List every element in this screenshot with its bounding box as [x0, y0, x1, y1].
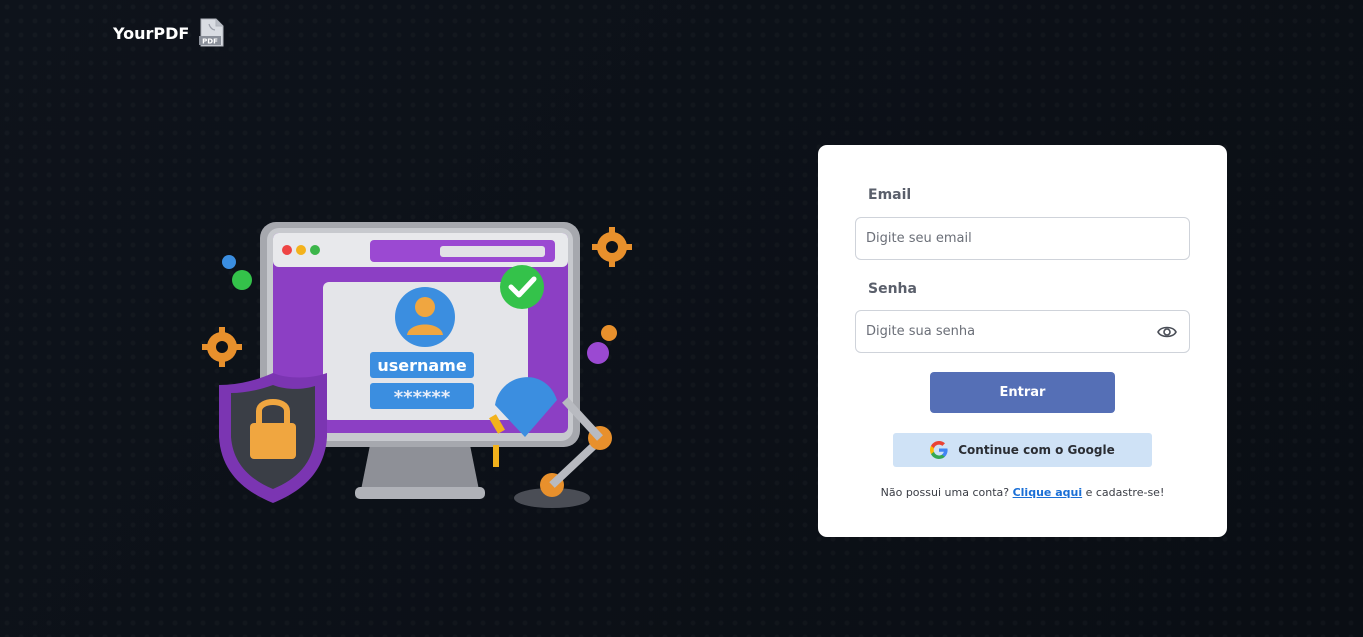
illustration-username-text: username [377, 356, 467, 375]
google-icon [930, 441, 948, 459]
eye-icon[interactable] [1157, 323, 1177, 341]
password-field-wrapper [855, 310, 1190, 353]
password-label: Senha [868, 281, 917, 297]
brand[interactable]: YourPDF PDF [113, 18, 226, 48]
google-button-label: Continue com o Google [958, 443, 1115, 457]
pdf-file-icon: PDF [199, 18, 224, 47]
login-illustration: username ****** [195, 215, 640, 515]
google-login-button[interactable]: Continue com o Google [893, 433, 1152, 467]
email-input[interactable] [856, 218, 1189, 259]
brand-name: YourPDF [113, 23, 190, 43]
signup-prefix: Não possui uma conta? [880, 486, 1010, 499]
signup-link[interactable]: Clique aqui [1013, 486, 1083, 499]
password-input[interactable] [856, 311, 1189, 352]
login-card: Email Senha Entrar Continue com o Google… [818, 145, 1227, 537]
signup-suffix: e cadastre-se! [1085, 486, 1165, 499]
submit-button[interactable]: Entrar [930, 372, 1115, 413]
email-label: Email [868, 187, 912, 203]
signup-prompt: Não possui uma conta? Clique aqui e cada… [818, 486, 1227, 499]
illustration-password-mask: ****** [394, 387, 451, 408]
email-field-wrapper [855, 217, 1190, 260]
pdf-icon-text: PDF [202, 38, 218, 46]
